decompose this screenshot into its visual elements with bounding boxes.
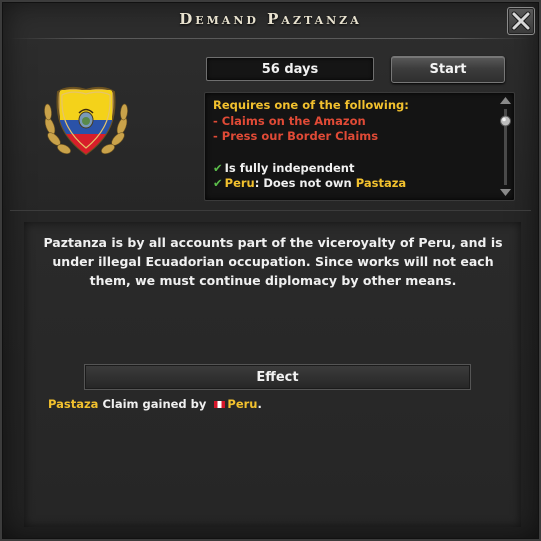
effect-province-link[interactable]: Pastaza <box>48 397 98 411</box>
section-divider <box>10 210 531 211</box>
condition-row: ✔ Peru: Does not own Pastaza <box>213 176 494 192</box>
condition-row: ✔ Is fully independent <box>213 161 494 177</box>
requirements-scrollbar[interactable] <box>498 95 513 198</box>
effect-header: Effect <box>84 364 471 390</box>
condition-province-link[interactable]: Pastaza <box>356 176 406 190</box>
close-icon <box>511 11 531 31</box>
decision-description: Paztanza is by all accounts part of the … <box>43 235 503 288</box>
checkmark-icon: ✔ <box>213 176 223 190</box>
requirements-header: Requires one of the following: <box>213 98 409 112</box>
peru-flag-icon <box>214 401 226 408</box>
condition-country-link[interactable]: Peru <box>225 176 255 190</box>
scroll-up-icon[interactable] <box>500 97 511 104</box>
window-title: Demand Paztanza <box>179 10 362 28</box>
effect-end: . <box>257 397 262 411</box>
effect-text: Claim gained by <box>98 397 211 411</box>
duration-field: 56 days <box>206 57 374 81</box>
scroll-down-icon[interactable] <box>500 189 511 196</box>
requirement-option: - Press our Border Claims <box>213 129 379 143</box>
requirement-option: - Claims on the Amazon <box>213 113 366 128</box>
title-divider <box>10 38 531 39</box>
effect-line: Pastaza Claim gained by Peru. <box>48 397 262 411</box>
condition-text: Is fully independent <box>224 160 355 175</box>
checkmark-icon: ✔ <box>213 160 223 175</box>
ecuador-flag-shield-icon <box>44 86 128 156</box>
requirements-panel: Requires one of the following: - Claims … <box>204 92 515 201</box>
close-button[interactable] <box>507 7 535 35</box>
start-button[interactable]: Start <box>391 56 505 83</box>
condition-text: : Does not own <box>254 176 356 190</box>
effect-country-link[interactable]: Peru <box>227 397 257 411</box>
